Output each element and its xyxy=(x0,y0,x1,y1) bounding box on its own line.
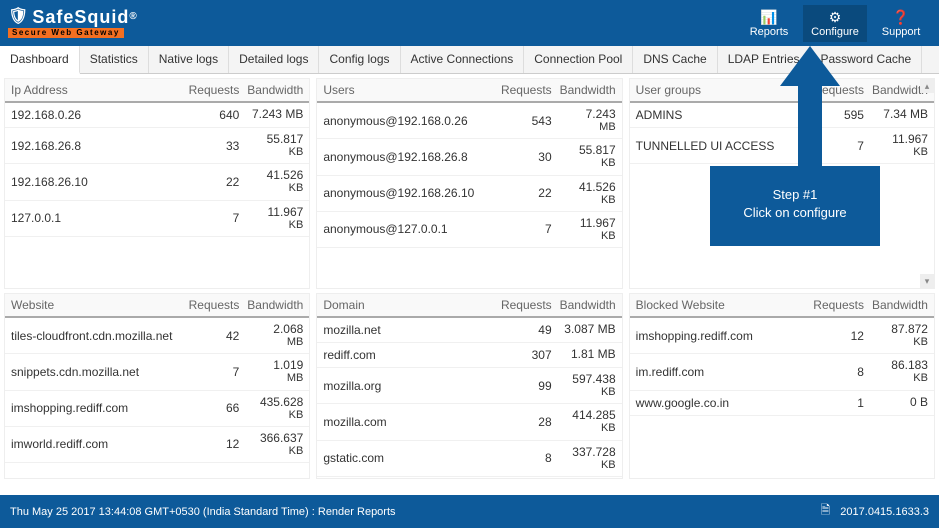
domain-rows[interactable]: mozilla.net493.087 MB rediff.com3071.81 … xyxy=(317,318,621,478)
reports-button[interactable]: 📊 Reports xyxy=(737,5,801,42)
tab-password-cache[interactable]: Password Cache xyxy=(811,46,923,73)
brand-logo: 🛡 SafeSquid ® Secure Web Gateway xyxy=(8,8,138,38)
tab-statistics[interactable]: Statistics xyxy=(80,46,149,73)
configure-button[interactable]: ⚙ Configure xyxy=(803,5,867,42)
configure-label: Configure xyxy=(811,26,859,38)
table-row[interactable]: im.rediff.com886.183KB xyxy=(630,354,934,390)
tab-config-logs[interactable]: Config logs xyxy=(319,46,400,73)
col-bandwidth: Bandwidth xyxy=(864,298,928,312)
brand-tagline: Secure Web Gateway xyxy=(8,28,124,38)
website-rows[interactable]: tiles-cloudfront.cdn.mozilla.net422.068M… xyxy=(5,318,309,478)
col-requests: Requests xyxy=(488,298,552,312)
table-row[interactable]: 192.168.0.266407.243 MB xyxy=(5,103,309,128)
table-row[interactable]: TUNNELLED UI ACCESS711.967KB xyxy=(630,128,934,164)
table-row[interactable]: mozilla.org99597.438KB xyxy=(317,368,621,404)
col-bandwidth: Bandwidth xyxy=(239,298,303,312)
col-blocked: Blocked Website xyxy=(636,298,800,312)
tab-dns-cache[interactable]: DNS Cache xyxy=(633,46,717,73)
users-rows[interactable]: anonymous@192.168.0.265437.243MB anonymo… xyxy=(317,103,621,288)
table-row[interactable]: www.google.co.in10 B xyxy=(630,391,934,416)
table-row[interactable]: mozilla.net493.087 MB xyxy=(317,318,621,343)
panel-domain: Domain Requests Bandwidth mozilla.net493… xyxy=(316,293,622,479)
tab-dashboard[interactable]: Dashboard xyxy=(0,46,80,74)
table-row[interactable]: 192.168.26.102241.526KB xyxy=(5,164,309,200)
table-row[interactable]: gstatic.com8337.728KB xyxy=(317,441,621,477)
table-row[interactable]: tiles-cloudfront.cdn.mozilla.net422.068M… xyxy=(5,318,309,354)
table-row[interactable]: 192.168.26.83355.817KB xyxy=(5,128,309,164)
table-row[interactable]: anonymous@192.168.26.102241.526KB xyxy=(317,176,621,212)
top-nav: 📊 Reports ⚙ Configure ❓ Support xyxy=(737,5,933,42)
tab-bar: Dashboard Statistics Native logs Detaile… xyxy=(0,46,939,74)
col-ip: Ip Address xyxy=(11,83,175,97)
bottom-panels: Website Requests Bandwidth tiles-cloudfr… xyxy=(0,289,939,479)
col-domain: Domain xyxy=(323,298,487,312)
brand-reg: ® xyxy=(129,12,137,22)
col-website: Website xyxy=(11,298,175,312)
ip-rows[interactable]: 192.168.0.266407.243 MB 192.168.26.83355… xyxy=(5,103,309,288)
status-text: Thu May 25 2017 13:44:08 GMT+0530 (India… xyxy=(10,506,396,518)
support-button[interactable]: ❓ Support xyxy=(869,5,933,42)
tab-detailed-logs[interactable]: Detailed logs xyxy=(229,46,319,73)
table-row[interactable]: 127.0.0.1711.967KB xyxy=(5,201,309,237)
panel-user-groups: User groups Requests Bandwidth ADMINS595… xyxy=(629,78,935,289)
col-requests: Requests xyxy=(175,298,239,312)
reports-label: Reports xyxy=(750,26,789,38)
table-row[interactable]: anonymous@192.168.26.83055.817KB xyxy=(317,139,621,175)
tab-ldap-entries[interactable]: LDAP Entries xyxy=(718,46,811,73)
col-requests: Requests xyxy=(488,83,552,97)
blocked-rows[interactable]: imshopping.rediff.com1287.872KB im.redif… xyxy=(630,318,934,478)
panel-website: Website Requests Bandwidth tiles-cloudfr… xyxy=(4,293,310,479)
table-row[interactable]: anonymous@192.168.0.265437.243MB xyxy=(317,103,621,139)
panel-ip-address: Ip Address Requests Bandwidth 192.168.0.… xyxy=(4,78,310,289)
table-row[interactable]: rediff.com3071.81 MB xyxy=(317,343,621,368)
scroll-up-icon[interactable]: ▴ xyxy=(920,79,934,93)
brand-name: SafeSquid xyxy=(32,8,129,26)
table-row[interactable]: mozilla.com28414.285KB xyxy=(317,404,621,440)
chart-icon: 📊 xyxy=(737,9,801,26)
table-row[interactable]: ADMINS5957.34 MB xyxy=(630,103,934,128)
col-requests: Requests xyxy=(800,83,864,97)
tab-active-connections[interactable]: Active Connections xyxy=(401,46,525,73)
document-icon[interactable]: 🗎 xyxy=(821,501,831,522)
tab-native-logs[interactable]: Native logs xyxy=(149,46,229,73)
col-users: Users xyxy=(323,83,487,97)
help-icon: ❓ xyxy=(869,9,933,26)
scroll-down-icon[interactable]: ▾ xyxy=(920,274,934,288)
col-requests: Requests xyxy=(800,298,864,312)
col-bandwidth: Bandwidth xyxy=(864,83,928,97)
table-row[interactable]: snippets.cdn.mozilla.net71.019MB xyxy=(5,354,309,390)
shield-icon: 🛡 xyxy=(8,9,29,25)
col-requests: Requests xyxy=(175,83,239,97)
top-panels: Ip Address Requests Bandwidth 192.168.0.… xyxy=(0,74,939,289)
panel-users: Users Requests Bandwidth anonymous@192.1… xyxy=(316,78,622,289)
table-row[interactable]: imshopping.rediff.com1287.872KB xyxy=(630,318,934,354)
col-user-groups: User groups xyxy=(636,83,800,97)
status-bar: Thu May 25 2017 13:44:08 GMT+0530 (India… xyxy=(0,495,939,528)
version-text: 2017.0415.1633.3 xyxy=(840,506,929,518)
app-header: 🛡 SafeSquid ® Secure Web Gateway 📊 Repor… xyxy=(0,0,939,46)
col-bandwidth: Bandwidth xyxy=(552,298,616,312)
groups-rows[interactable]: ADMINS5957.34 MB TUNNELLED UI ACCESS711.… xyxy=(630,103,934,288)
panel-blocked-website: Blocked Website Requests Bandwidth imsho… xyxy=(629,293,935,479)
tab-connection-pool[interactable]: Connection Pool xyxy=(524,46,633,73)
support-label: Support xyxy=(882,26,921,38)
table-row[interactable]: imworld.rediff.com12366.637KB xyxy=(5,427,309,463)
gear-icon: ⚙ xyxy=(803,9,867,26)
table-row[interactable]: imshopping.rediff.com66435.628KB xyxy=(5,391,309,427)
table-row[interactable]: anonymous@127.0.0.1711.967KB xyxy=(317,212,621,248)
col-bandwidth: Bandwidth xyxy=(239,83,303,97)
col-bandwidth: Bandwidth xyxy=(552,83,616,97)
